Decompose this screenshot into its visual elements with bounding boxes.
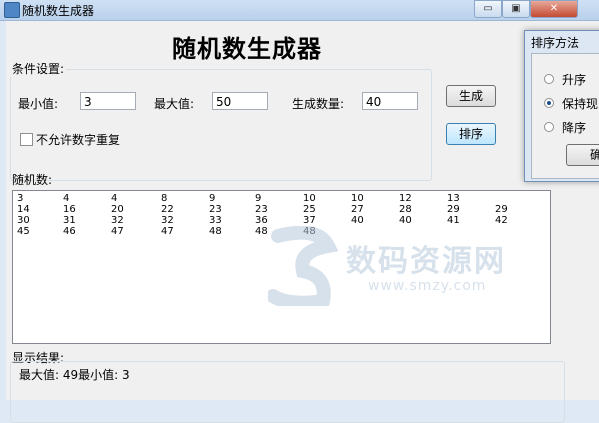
no-repeat-label: 不允许数字重复 xyxy=(36,133,121,147)
random-number-cell: 8 xyxy=(161,193,168,204)
sort-method-dialog: 排序方法 升序 保持现 降序 确 xyxy=(524,30,599,182)
maximize-button[interactable]: ▣ xyxy=(502,0,530,18)
random-number-cell: 41 xyxy=(447,215,460,226)
min-input[interactable]: 3 xyxy=(80,92,136,110)
random-number-cell: 29 xyxy=(447,204,460,215)
random-number-cell: 25 xyxy=(303,204,316,215)
dialog-client: 升序 保持现 降序 确 xyxy=(531,53,599,179)
conditions-group xyxy=(10,69,432,181)
title-bar[interactable]: 随机数生成器 ▭ ▣ ✕ xyxy=(0,0,599,21)
random-number-cell: 30 xyxy=(17,215,30,226)
sort-ascending-label: 升序 xyxy=(562,73,587,87)
conditions-group-label: 条件设置: xyxy=(10,60,67,77)
random-number-cell: 45 xyxy=(17,226,30,237)
random-number-cell: 9 xyxy=(209,193,216,204)
close-button[interactable]: ✕ xyxy=(530,0,578,18)
random-number-cell: 12 xyxy=(399,193,412,204)
window-title: 随机数生成器 xyxy=(22,4,95,18)
page-title: 随机数生成器 xyxy=(172,34,322,63)
random-number-cell: 4 xyxy=(111,193,118,204)
dialog-ok-button[interactable]: 确 xyxy=(566,144,599,166)
result-text: 最大值: 49最小值: 3 xyxy=(19,368,130,382)
random-number-cell: 23 xyxy=(209,204,222,215)
sort-descending-radio[interactable] xyxy=(544,122,554,132)
random-number-cell: 28 xyxy=(399,204,412,215)
random-number-cell: 40 xyxy=(399,215,412,226)
random-number-cell: 9 xyxy=(255,193,262,204)
max-input[interactable]: 50 xyxy=(212,92,268,110)
random-number-cell: 48 xyxy=(303,226,316,237)
random-number-cell: 48 xyxy=(209,226,222,237)
minimize-button[interactable]: ▭ xyxy=(474,0,502,18)
random-number-cell: 33 xyxy=(209,215,222,226)
random-number-cell: 3 xyxy=(17,193,24,204)
random-numbers-box[interactable]: 3 4 4 8 9 9 10 10 12 13 14 16 20 22 23 23 25 27 28 29 29 30 31… xyxy=(12,190,551,344)
sort-keep-label: 保持现 xyxy=(562,97,599,111)
no-repeat-checkbox[interactable] xyxy=(20,133,33,146)
random-number-cell: 36 xyxy=(255,215,268,226)
random-number-cell: 23 xyxy=(255,204,268,215)
random-label: 随机数: xyxy=(12,173,53,187)
dialog-title: 排序方法 xyxy=(531,36,580,50)
min-label: 最小值: xyxy=(18,97,59,111)
random-number-cell: 48 xyxy=(255,226,268,237)
random-number-cell: 40 xyxy=(351,215,364,226)
random-number-cell: 47 xyxy=(111,226,124,237)
result-box: 最大值: 49最小值: 3 xyxy=(10,361,565,423)
random-number-cell: 37 xyxy=(303,215,316,226)
random-number-cell: 46 xyxy=(63,226,76,237)
random-number-cell: 14 xyxy=(17,204,30,215)
generate-button[interactable]: 生成 xyxy=(446,85,496,107)
random-number-cell: 47 xyxy=(161,226,174,237)
random-number-cell: 4 xyxy=(63,193,70,204)
sort-ascending-radio[interactable] xyxy=(544,74,554,84)
main-window: 随机数生成器 ▭ ▣ ✕ 随机数生成器 条件设置: 最小值: 3 最大值: 50… xyxy=(0,0,599,423)
random-number-cell: 32 xyxy=(111,215,124,226)
count-input[interactable]: 40 xyxy=(362,92,418,110)
random-number-cell: 10 xyxy=(351,193,364,204)
sort-button[interactable]: 排序 xyxy=(446,123,496,145)
random-number-cell: 31 xyxy=(63,215,76,226)
random-number-cell: 22 xyxy=(161,204,174,215)
random-number-cell: 16 xyxy=(63,204,76,215)
count-label: 生成数量: xyxy=(292,97,345,111)
app-icon xyxy=(4,2,20,18)
random-number-cell: 29 xyxy=(495,204,508,215)
max-label: 最大值: xyxy=(154,97,195,111)
sort-descending-label: 降序 xyxy=(562,121,587,135)
random-number-cell: 42 xyxy=(495,215,508,226)
random-number-cell: 27 xyxy=(351,204,364,215)
random-number-cell: 13 xyxy=(447,193,460,204)
random-number-cell: 20 xyxy=(111,204,124,215)
random-number-cell: 10 xyxy=(303,193,316,204)
sort-keep-radio[interactable] xyxy=(544,98,554,108)
random-number-cell: 32 xyxy=(161,215,174,226)
window-client: 随机数生成器 条件设置: 最小值: 3 最大值: 50 生成数量: 40 不允许… xyxy=(6,21,599,423)
